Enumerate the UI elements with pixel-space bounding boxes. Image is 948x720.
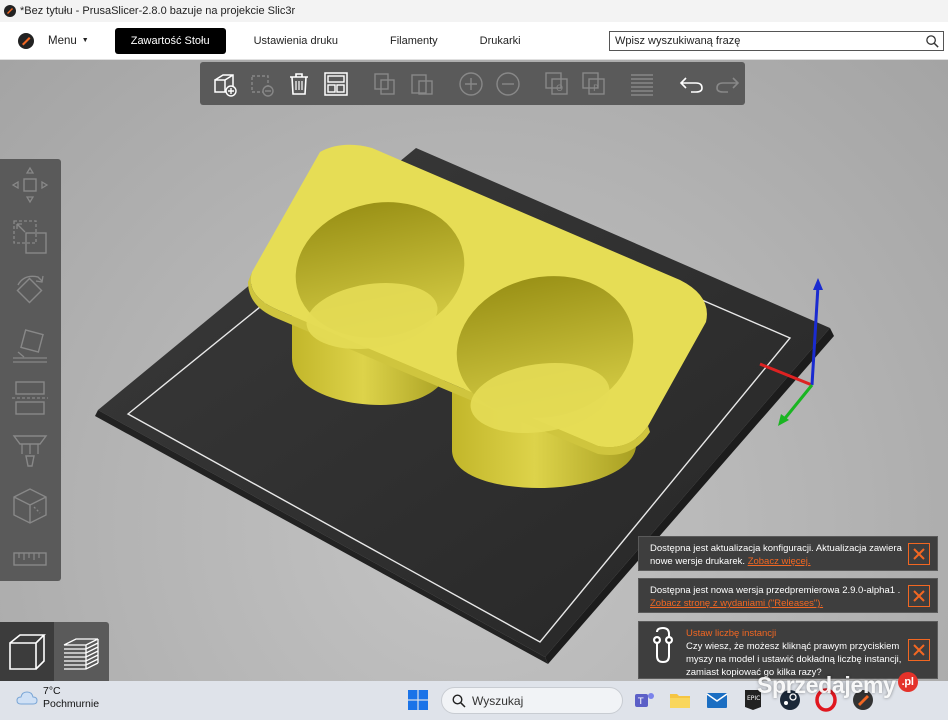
place-on-face-button[interactable] xyxy=(8,324,52,368)
notification-title: Ustaw liczbę instancji xyxy=(686,628,777,639)
paste-button[interactable] xyxy=(405,67,438,101)
watermark-badge: .pl xyxy=(897,672,918,692)
paint-supports-button[interactable] xyxy=(8,430,52,474)
tab-printers[interactable]: Drukarki xyxy=(464,28,537,54)
menu-bar: Menu ▼ Zawartość Stołu Ustawienia druku … xyxy=(0,22,948,60)
prusaslicer-logo-icon xyxy=(18,32,34,49)
notification-link[interactable]: Zobacz więcej. xyxy=(748,556,811,567)
rotate-button[interactable] xyxy=(8,269,52,313)
close-icon xyxy=(913,547,925,560)
windows-start-icon[interactable] xyxy=(408,690,428,710)
search-placeholder: Wpisz wyszukiwaną frazę xyxy=(615,35,741,47)
copy-button[interactable] xyxy=(368,67,401,101)
scale-icon xyxy=(13,220,47,254)
measure-button[interactable] xyxy=(8,537,52,581)
window-title: *Bez tytułu - PrusaSlicer-2.8.0 bazuje n… xyxy=(20,5,296,17)
tab-filaments[interactable]: Filamenty xyxy=(374,28,454,54)
close-button[interactable] xyxy=(908,639,930,661)
search-input[interactable]: Wpisz wyszukiwaną frazę xyxy=(609,31,944,51)
arrange-button[interactable] xyxy=(319,67,352,101)
notification-text: Dostępna jest nowa wersja przedpremierow… xyxy=(650,585,901,596)
split-objects-button[interactable]: O xyxy=(540,67,573,101)
cut-icon xyxy=(12,381,48,415)
3d-view-button[interactable] xyxy=(0,622,54,681)
rotate-icon xyxy=(16,275,44,304)
notification-alpha-release: Dostępna jest nowa wersja przedpremierow… xyxy=(638,578,938,613)
undo-icon xyxy=(680,76,704,93)
split-parts-icon: P xyxy=(581,71,605,95)
close-button[interactable] xyxy=(908,584,930,607)
tab-print-settings[interactable]: Ustawienia druku xyxy=(238,28,354,54)
paint-supports-icon xyxy=(12,435,48,467)
place-on-face-icon xyxy=(13,329,47,363)
delete-all-icon xyxy=(289,72,308,95)
watermark-text: Sprzedajemy xyxy=(757,672,896,698)
split-parts-button[interactable]: P xyxy=(577,67,610,101)
chevron-down-icon: ▼ xyxy=(81,37,89,44)
undo-button[interactable] xyxy=(675,67,708,101)
svg-text:T: T xyxy=(637,697,644,707)
layers-icon xyxy=(631,73,654,96)
taskbar-search[interactable]: Wyszukaj xyxy=(441,687,623,714)
seam-icon xyxy=(13,488,47,524)
3d-view-icon xyxy=(9,633,46,670)
delete-all-button[interactable] xyxy=(282,67,315,101)
svg-text:O: O xyxy=(556,84,563,94)
variable-layer-height-button[interactable] xyxy=(626,67,659,101)
move-button[interactable] xyxy=(8,163,52,207)
delete-button[interactable] xyxy=(245,67,278,101)
title-bar: *Bez tytułu - PrusaSlicer-2.8.0 bazuje n… xyxy=(0,0,948,22)
top-toolbar: O P xyxy=(200,62,745,105)
copy-icon xyxy=(373,72,395,95)
delete-icon xyxy=(250,74,274,97)
cut-button[interactable] xyxy=(8,376,52,420)
measure-icon xyxy=(13,552,47,566)
clippy-hint-icon xyxy=(653,626,673,664)
mail-icon[interactable] xyxy=(705,688,729,712)
prusaslicer-logo-icon xyxy=(4,5,16,17)
file-explorer-icon[interactable] xyxy=(668,688,692,712)
svg-text:P: P xyxy=(593,84,599,94)
redo-icon xyxy=(716,76,740,93)
scale-button[interactable] xyxy=(8,215,52,259)
watermark-logo: Sprzedajemy .pl xyxy=(757,672,918,699)
tab-plater[interactable]: Zawartość Stołu xyxy=(114,27,226,54)
add-icon xyxy=(213,73,237,97)
left-toolbar xyxy=(0,159,61,581)
remove-instance-button[interactable] xyxy=(491,67,524,101)
close-icon xyxy=(913,589,925,602)
preview-icon xyxy=(63,637,99,670)
remove-instance-icon xyxy=(495,71,520,96)
taskbar-search-label: Wyszukaj xyxy=(472,693,524,708)
close-button[interactable] xyxy=(908,542,930,565)
search-icon[interactable] xyxy=(925,34,940,49)
close-icon xyxy=(913,644,925,656)
weather-temperature: 7°C xyxy=(43,685,61,697)
main-menu-label: Menu xyxy=(48,34,77,47)
preview-button[interactable] xyxy=(54,622,108,681)
notification-config-update: Dostępna jest aktualizacja konfiguracji.… xyxy=(638,536,938,571)
arrange-icon xyxy=(324,71,348,96)
redo-button[interactable] xyxy=(712,67,745,101)
add-instance-icon xyxy=(458,71,483,96)
add-button[interactable] xyxy=(208,67,241,101)
teams-icon[interactable]: T xyxy=(632,688,656,712)
seam-painting-button[interactable] xyxy=(8,483,52,527)
cloud-icon xyxy=(16,691,38,705)
notification-link[interactable]: Zobacz stronę z wydaniami ("Releases"). xyxy=(650,598,823,609)
view-mode-switch xyxy=(0,622,109,681)
move-icon xyxy=(11,166,49,204)
paste-icon xyxy=(411,73,433,95)
search-icon xyxy=(452,693,466,708)
weather-description: Pochmurnie xyxy=(43,698,100,710)
weather-widget[interactable]: 7°C Pochmurnie xyxy=(16,685,99,711)
split-objects-icon: O xyxy=(544,71,568,95)
add-instance-button[interactable] xyxy=(454,67,487,101)
main-menu-button[interactable]: Menu ▼ xyxy=(48,35,89,47)
notification-hint: Ustaw liczbę instancji Czy wiesz, że moż… xyxy=(638,621,938,679)
